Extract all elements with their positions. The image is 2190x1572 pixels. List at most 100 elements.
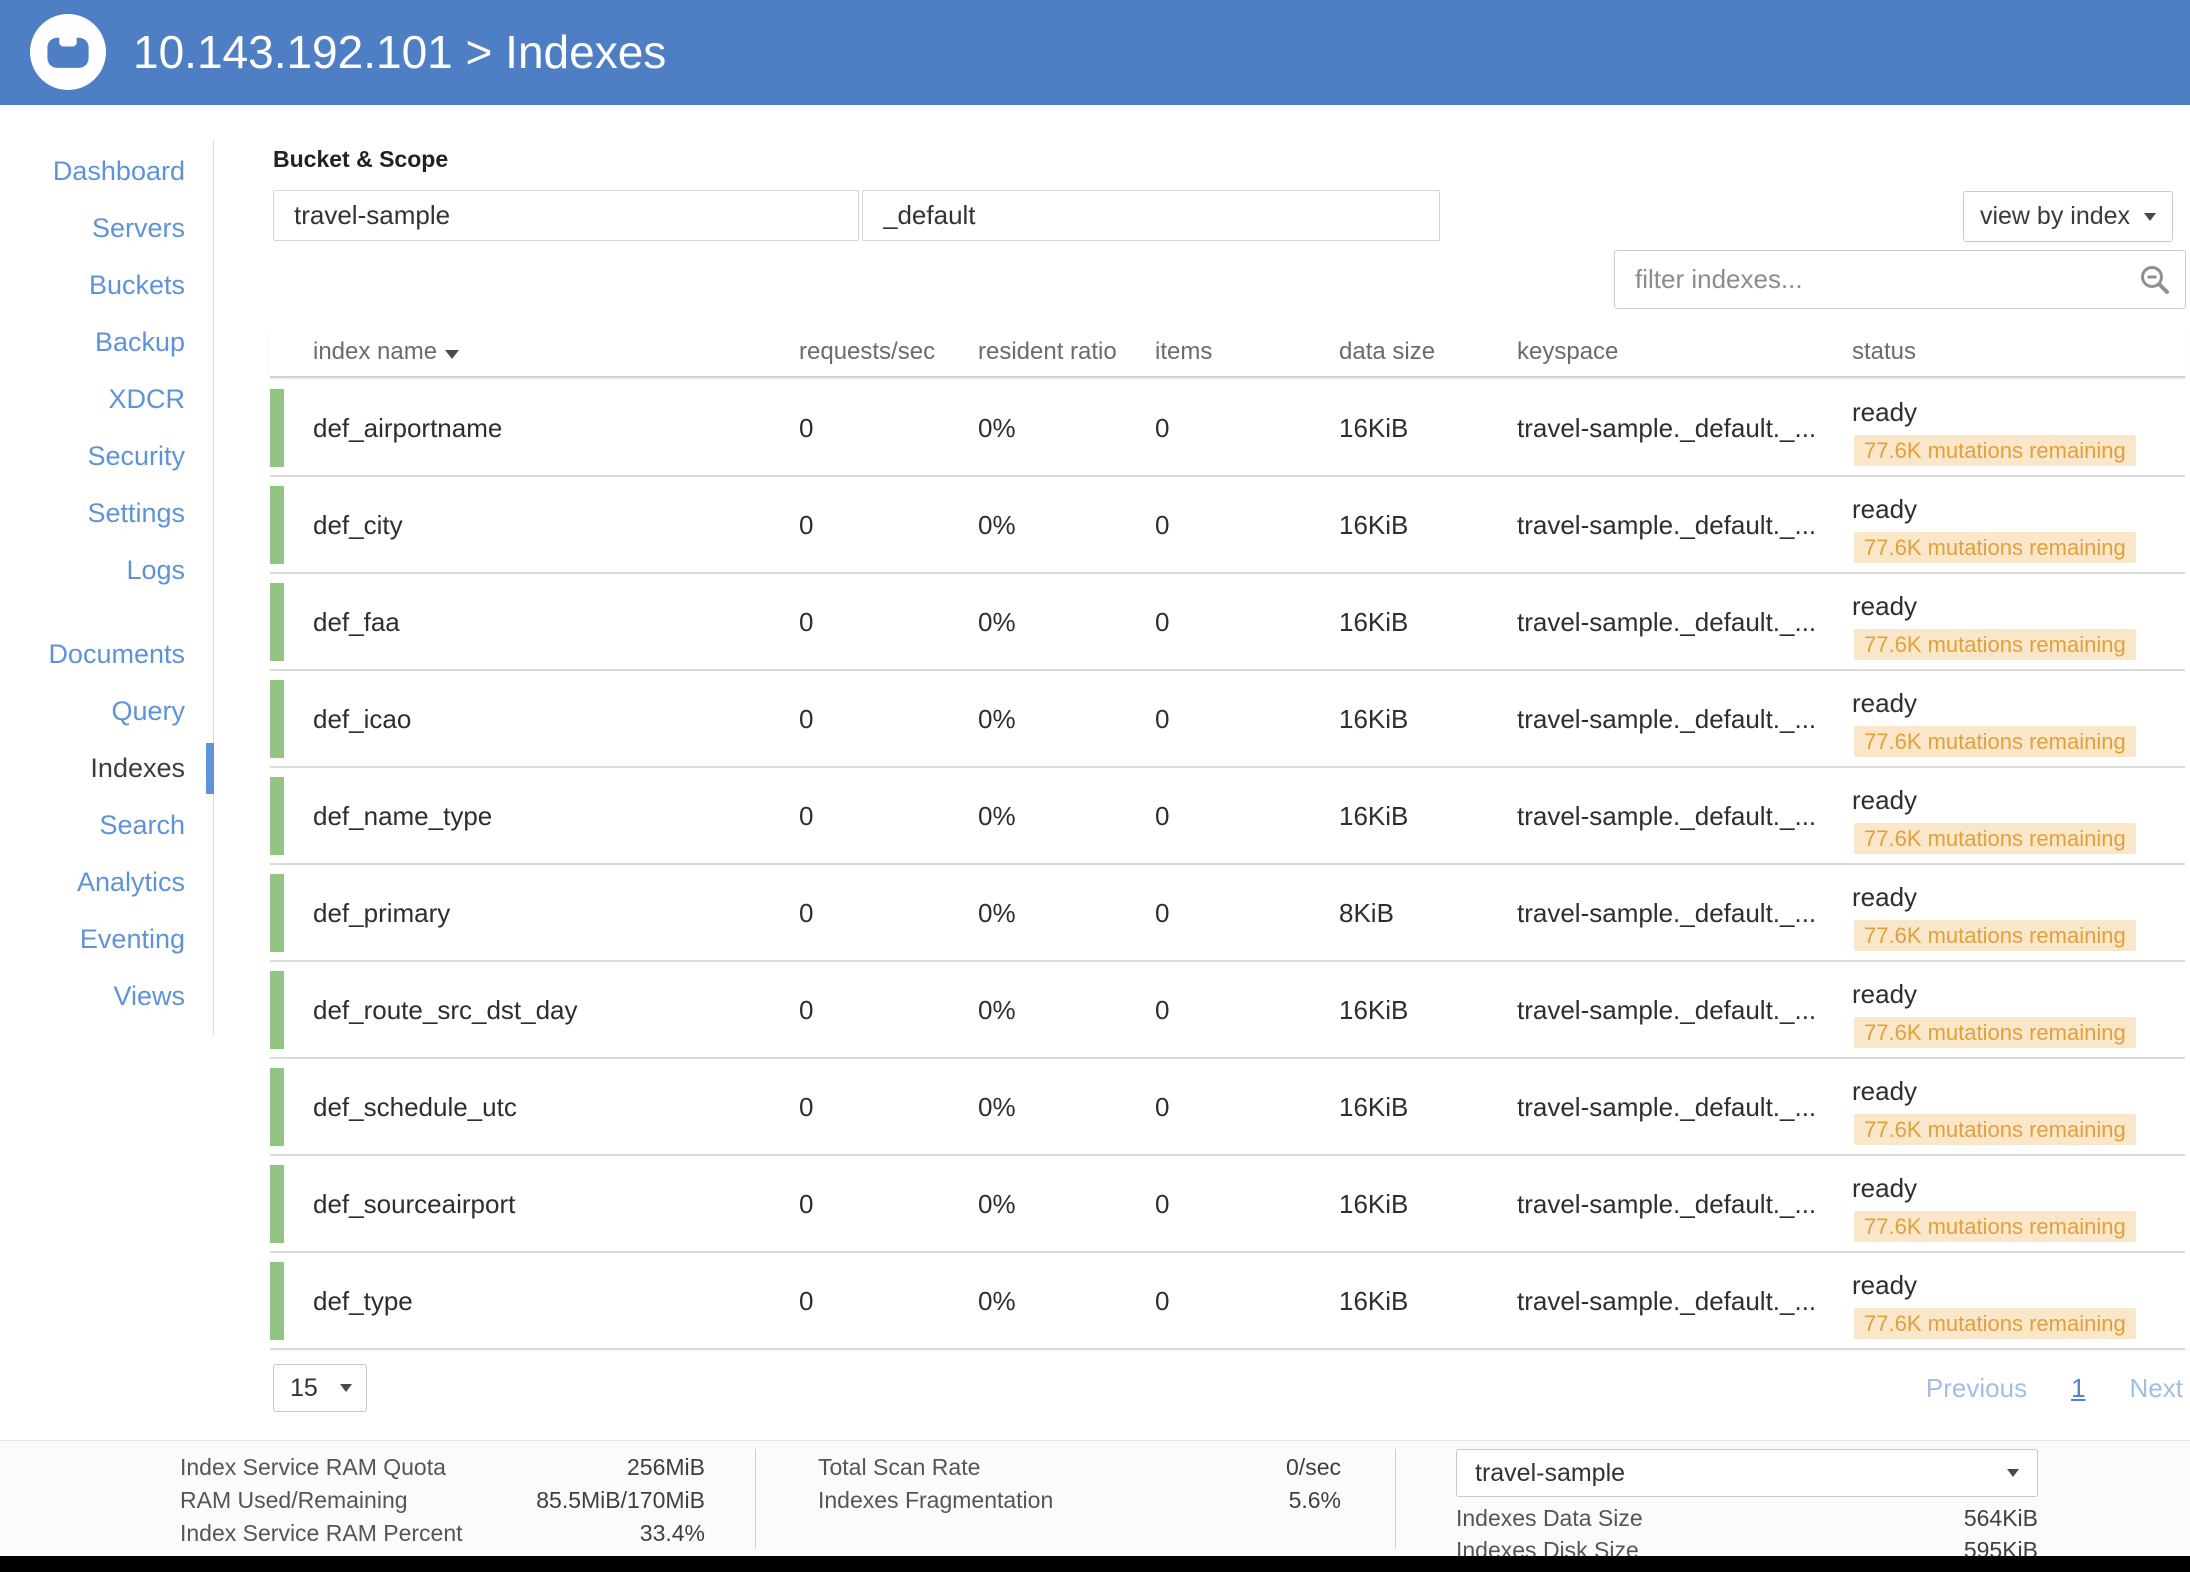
stat-label: Index Service RAM Percent: [180, 1519, 463, 1547]
column-header-status[interactable]: status: [1852, 338, 1916, 366]
sidebar-item-views[interactable]: Views: [0, 968, 213, 1025]
sidebar-item-logs[interactable]: Logs: [0, 542, 213, 599]
stat-label: Index Service RAM Quota: [180, 1453, 446, 1481]
index-requests-sec: 0: [799, 671, 813, 768]
index-name: def_route_src_dst_day: [313, 962, 578, 1059]
couchbase-logo-icon[interactable]: [30, 14, 106, 90]
index-data-size: 16KiB: [1339, 1059, 1408, 1156]
pagination: Previous 1 Next: [1926, 1364, 2183, 1412]
table-row[interactable]: def_schedule_utc 0 0% 0 16KiB travel-sam…: [270, 1059, 2185, 1156]
stat-value: 564KiB: [1964, 1505, 2038, 1532]
stat-value: 33.4%: [640, 1519, 705, 1547]
mutations-remaining-badge: 77.6K mutations remaining: [1854, 1308, 2136, 1339]
sidebar-item-label: Dashboard: [53, 156, 185, 186]
index-status: ready: [1852, 591, 1917, 622]
chevron-down-icon: [2007, 1469, 2019, 1477]
sidebar-item-xdcr[interactable]: XDCR: [0, 371, 213, 428]
index-resident-ratio: 0%: [978, 574, 1016, 671]
column-header-index-name[interactable]: index name: [313, 338, 459, 366]
search-filter-icon: [2138, 263, 2172, 297]
stat-label: Indexes Data Size: [1456, 1505, 1643, 1532]
index-resident-ratio: 0%: [978, 380, 1016, 477]
previous-page-link[interactable]: Previous: [1926, 1373, 2027, 1404]
view-by-label: view by index: [1980, 202, 2130, 231]
footer-bucket-value: travel-sample: [1475, 1459, 1625, 1488]
index-name: def_city: [313, 477, 403, 574]
sidebar-item-documents[interactable]: Documents: [0, 626, 213, 683]
bottom-window-bar: [0, 1556, 2190, 1572]
index-items: 0: [1155, 477, 1169, 574]
sidebar-item-security[interactable]: Security: [0, 428, 213, 485]
bucket-select-input[interactable]: [273, 190, 859, 241]
stat-row: Indexes Data Size 564KiB: [1456, 1505, 2038, 1532]
sidebar-item-label: Servers: [92, 213, 185, 243]
sidebar-item-dashboard[interactable]: Dashboard: [0, 143, 213, 200]
column-header-data-size[interactable]: data size: [1339, 338, 1435, 366]
index-items: 0: [1155, 1253, 1169, 1350]
index-data-size: 16KiB: [1339, 380, 1408, 477]
sidebar-item-label: Query: [111, 696, 185, 726]
next-page-link[interactable]: Next: [2130, 1373, 2183, 1404]
table-header-row: index name requests/sec resident ratio i…: [270, 330, 2185, 378]
index-name: def_type: [313, 1253, 413, 1350]
footer-bucket-select[interactable]: travel-sample: [1456, 1449, 2038, 1497]
sidebar-item-analytics[interactable]: Analytics: [0, 854, 213, 911]
sidebar-item-eventing[interactable]: Eventing: [0, 911, 213, 968]
chevron-down-icon: [2144, 213, 2156, 221]
column-header-resident-ratio[interactable]: resident ratio: [978, 338, 1117, 366]
table-row[interactable]: def_airportname 0 0% 0 16KiB travel-samp…: [270, 380, 2185, 477]
table-row[interactable]: def_faa 0 0% 0 16KiB travel-sample._defa…: [270, 574, 2185, 671]
index-resident-ratio: 0%: [978, 1156, 1016, 1253]
index-requests-sec: 0: [799, 477, 813, 574]
index-data-size: 16KiB: [1339, 768, 1408, 865]
sidebar-item-label: Views: [113, 981, 185, 1011]
index-table-body: def_airportname 0 0% 0 16KiB travel-samp…: [270, 380, 2185, 1350]
sidebar-item-label: Indexes: [90, 753, 185, 783]
index-status: ready: [1852, 1270, 1917, 1301]
stat-label: Total Scan Rate: [818, 1453, 980, 1481]
table-row[interactable]: def_city 0 0% 0 16KiB travel-sample._def…: [270, 477, 2185, 574]
page-size-select[interactable]: 15: [273, 1364, 367, 1412]
index-data-size: 16KiB: [1339, 962, 1408, 1059]
sidebar-item-servers[interactable]: Servers: [0, 200, 213, 257]
column-header-requests-sec[interactable]: requests/sec: [799, 338, 935, 366]
scope-select-input[interactable]: [862, 190, 1440, 241]
stat-row: Indexes Fragmentation 5.6%: [818, 1486, 1341, 1514]
view-by-dropdown[interactable]: view by index: [1963, 191, 2173, 242]
table-row[interactable]: def_primary 0 0% 0 8KiB travel-sample._d…: [270, 865, 2185, 962]
column-header-items[interactable]: items: [1155, 338, 1212, 366]
sidebar-nav-services: Documents Query Indexes SearchAnalyticsEven…: [0, 626, 213, 1025]
stats-footer: Index Service RAM Quota 256MiB RAM Used/…: [0, 1440, 2190, 1556]
column-header-keyspace[interactable]: keyspace: [1517, 338, 1618, 366]
app-header: 10.143.192.101 > Indexes: [0, 0, 2190, 105]
index-keyspace: travel-sample._default._...: [1517, 962, 1816, 1059]
scan-stats-group: Total Scan Rate 0/sec Indexes Fragmentat…: [818, 1453, 1341, 1514]
sidebar-item-settings[interactable]: Settings: [0, 485, 213, 542]
index-name: def_sourceairport: [313, 1156, 515, 1253]
table-row[interactable]: def_icao 0 0% 0 16KiB travel-sample._def…: [270, 671, 2185, 768]
table-row[interactable]: def_route_src_dst_day 0 0% 0 16KiB trave…: [270, 962, 2185, 1059]
index-items: 0: [1155, 1059, 1169, 1156]
index-keyspace: travel-sample._default._...: [1517, 574, 1816, 671]
chevron-down-icon: [340, 1384, 352, 1392]
sidebar-item-backup[interactable]: Backup: [0, 314, 213, 371]
sidebar-item-buckets[interactable]: Buckets: [0, 257, 213, 314]
sidebar-item-label: Settings: [87, 498, 185, 528]
sidebar-item-search[interactable]: Search: [0, 797, 213, 854]
page-number-link[interactable]: 1: [2071, 1373, 2085, 1404]
couchbase-console: 10.143.192.101 > Indexes Dashboard Server…: [0, 0, 2190, 1572]
table-row[interactable]: def_type 0 0% 0 16KiB travel-sample._def…: [270, 1253, 2185, 1350]
table-row[interactable]: def_name_type 0 0% 0 16KiB travel-sample…: [270, 768, 2185, 865]
index-items: 0: [1155, 671, 1169, 768]
filter-indexes-input[interactable]: [1614, 250, 2186, 309]
index-health-bar: [270, 486, 284, 564]
mutations-remaining-badge: 77.6K mutations remaining: [1854, 1211, 2136, 1242]
index-name: def_primary: [313, 865, 450, 962]
sidebar-item-query[interactable]: Query: [0, 683, 213, 740]
index-items: 0: [1155, 380, 1169, 477]
mutations-remaining-badge: 77.6K mutations remaining: [1854, 629, 2136, 660]
table-row[interactable]: def_sourceairport 0 0% 0 16KiB travel-sa…: [270, 1156, 2185, 1253]
sidebar-item-label: Backup: [95, 327, 185, 357]
sidebar-item-indexes[interactable]: Indexes: [0, 740, 213, 797]
index-health-bar: [270, 1165, 284, 1243]
